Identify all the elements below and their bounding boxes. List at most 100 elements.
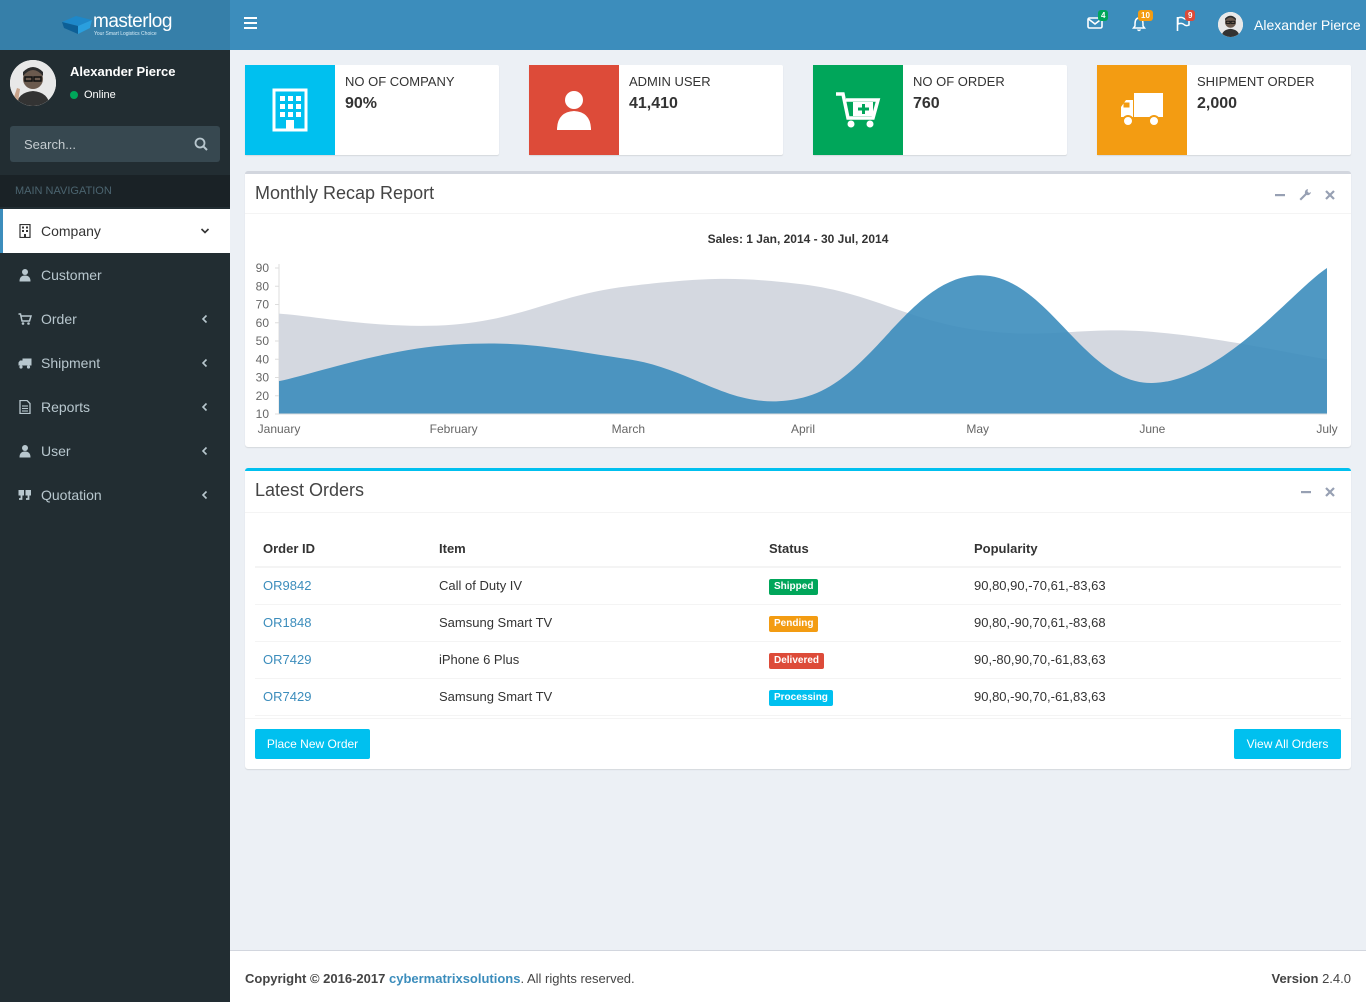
sidebar-item-label: Shipment <box>41 355 101 371</box>
search-input[interactable] <box>10 126 185 162</box>
info-box-icon-bg <box>1097 65 1187 155</box>
order-id-cell: OR9842 <box>255 567 431 605</box>
status-cell: Delivered <box>761 641 966 679</box>
sidebar-item-label: User <box>41 443 71 459</box>
settings-button[interactable] <box>1297 187 1313 203</box>
user-icon <box>19 269 31 282</box>
rights-text: . All rights reserved. <box>520 971 635 986</box>
y-tick-label: 10 <box>256 407 270 421</box>
popularity-cell: 90,80,-90,70,61,-83,68 <box>966 604 1341 642</box>
info-box-icon-bg <box>813 65 903 155</box>
collapse-button[interactable] <box>1298 484 1314 500</box>
order-id-cell: OR7429 <box>255 641 431 679</box>
order-id-link[interactable]: OR1848 <box>263 615 311 630</box>
sidebar-item-label: Order <box>41 311 77 327</box>
status-badge: Delivered <box>769 652 825 669</box>
logo-mark-icon <box>62 16 92 34</box>
copyright: Copyright © 2016-2017 cybermatrixsolutio… <box>245 971 635 986</box>
popularity-cell: 90,-80,90,70,-61,83,63 <box>966 641 1341 679</box>
info-box-admin-user: ADMIN USER 41,410 <box>529 65 783 155</box>
user-icon <box>19 445 31 458</box>
popularity-cell: 90,80,-90,70,-61,83,63 <box>966 678 1341 716</box>
sidebar-item-user[interactable]: User <box>0 429 230 473</box>
status-cell: Pending <box>761 604 966 642</box>
search-button[interactable] <box>194 137 208 156</box>
y-tick-label: 90 <box>256 261 270 275</box>
status-badge: Processing <box>769 689 833 706</box>
sidebar-item-label: Company <box>41 223 101 239</box>
alerts-badge: 10 <box>1138 10 1153 21</box>
view-all-orders-button[interactable]: View All Orders <box>1234 729 1341 759</box>
box-title: Monthly Recap Report <box>255 183 435 203</box>
sidebar-item-reports[interactable]: Reports <box>0 385 230 429</box>
order-id-link[interactable]: OR7429 <box>263 652 311 667</box>
close-icon <box>1325 190 1335 200</box>
sidebar-item-customer[interactable]: Customer <box>0 253 230 297</box>
quote-icon <box>18 490 31 500</box>
y-tick-label: 50 <box>256 334 270 348</box>
company-link[interactable]: cybermatrixsolutions <box>389 971 521 986</box>
logo[interactable]: masterlog Your Smart Logistics Choice <box>0 0 230 50</box>
minus-icon <box>1301 491 1311 494</box>
x-tick-label: February <box>430 422 478 436</box>
box-divider <box>245 718 1351 719</box>
sidebar-item-shipment[interactable]: Shipment <box>0 341 230 385</box>
minus-icon <box>1275 194 1285 197</box>
info-box-label: NO OF COMPANY <box>345 74 455 89</box>
chevron-left-icon <box>201 402 208 412</box>
y-tick-label: 40 <box>256 352 270 366</box>
x-tick-label: May <box>966 422 989 436</box>
order-id-link[interactable]: OR7429 <box>263 689 311 704</box>
alerts-button[interactable]: 10 <box>1128 10 1153 37</box>
table-header-row: Order ID Item Status Popularity <box>255 531 1341 568</box>
column-header: Order ID <box>255 531 431 568</box>
version-label: Version <box>1271 971 1319 986</box>
info-box-value: 90% <box>345 95 378 112</box>
close-button[interactable] <box>1322 484 1338 500</box>
copyright-text: Copyright © 2016-2017 <box>245 971 386 986</box>
sidebar-user-name: Alexander Pierce <box>70 64 176 79</box>
x-tick-label: January <box>258 422 301 436</box>
sidebar-item-quotation[interactable]: Quotation <box>0 473 230 517</box>
place-new-order-button[interactable]: Place New Order <box>255 729 370 759</box>
order-id-link[interactable]: OR9842 <box>263 578 311 593</box>
box-title: Latest Orders <box>255 480 365 500</box>
messages-badge: 4 <box>1098 10 1109 21</box>
sidebar-item-company[interactable]: Company <box>0 209 230 253</box>
wrench-icon <box>1299 189 1311 201</box>
tasks-badge: 9 <box>1185 10 1196 21</box>
building-icon <box>19 224 31 238</box>
item-cell: Samsung Smart TV <box>431 678 761 716</box>
info-box-label: NO OF ORDER <box>913 74 1005 89</box>
cart-plus-icon <box>836 92 881 128</box>
tasks-button[interactable]: 9 <box>1172 10 1196 37</box>
sidebar-item-order[interactable]: Order <box>0 297 230 341</box>
column-header: Item <box>431 531 761 568</box>
messages-button[interactable]: 4 <box>1084 10 1109 37</box>
version: Version 2.4.0 <box>1271 971 1351 986</box>
avatar <box>10 60 56 106</box>
info-box-shipment: SHIPMENT ORDER 2,000 <box>1097 65 1351 155</box>
y-tick-label: 80 <box>256 279 270 293</box>
info-box-value: 760 <box>913 95 940 112</box>
truck-icon <box>18 358 32 369</box>
collapse-button[interactable] <box>1272 187 1288 203</box>
sidebar-toggle-button[interactable] <box>242 14 262 34</box>
user-icon <box>557 91 591 130</box>
y-tick-label: 20 <box>256 389 270 403</box>
close-button[interactable] <box>1322 187 1338 203</box>
search-icon <box>194 137 208 151</box>
chevron-left-icon <box>201 358 208 368</box>
avatar <box>1218 12 1243 37</box>
status-badge: Shipped <box>769 578 819 595</box>
order-id-cell: OR7429 <box>255 678 431 716</box>
y-tick-label: 60 <box>256 316 270 330</box>
order-id-cell: OR1848 <box>255 604 431 642</box>
info-box-value: 2,000 <box>1197 95 1238 112</box>
status-text: Online <box>84 89 116 101</box>
sidebar-item-label: Customer <box>41 267 102 283</box>
status-cell: Processing <box>761 678 966 716</box>
version-number: 2.4.0 <box>1322 971 1351 986</box>
logo-tagline: Your Smart Logistics Choice <box>94 31 157 37</box>
chevron-left-icon <box>201 314 208 324</box>
